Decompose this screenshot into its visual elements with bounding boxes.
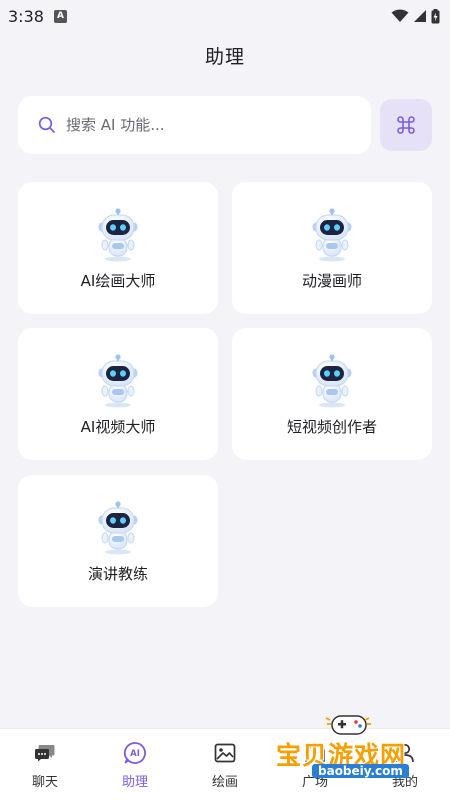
search-box[interactable] [18, 96, 371, 154]
bottom-nav: 聊天 AI 助理 绘画 广场 我的 [0, 728, 450, 800]
ai-assistant-icon: AI [123, 742, 146, 764]
robot-icon [307, 354, 357, 408]
command-button[interactable] [380, 99, 432, 151]
nav-item-plaza[interactable]: 广场 [270, 729, 360, 800]
nav-label: 助理 [121, 775, 148, 790]
svg-text:AI: AI [130, 749, 140, 759]
search-icon [38, 116, 55, 133]
nav-label: 绘画 [211, 775, 238, 790]
signal-icon [414, 10, 426, 22]
robot-icon [93, 501, 143, 555]
plaza-icon [305, 743, 325, 762]
nav-item-profile[interactable]: 我的 [360, 729, 450, 800]
assistant-card-short-video[interactable]: 短视频创作者 [232, 328, 432, 460]
card-label: AI绘画大师 [80, 272, 156, 290]
nav-label: 聊天 [31, 775, 58, 790]
page-title: 助理 [204, 46, 245, 68]
card-label: 演讲教练 [87, 565, 148, 583]
assistant-card-speech-coach[interactable]: 演讲教练 [18, 475, 218, 607]
status-time: 3:38 [8, 6, 44, 26]
robot-icon [307, 208, 357, 262]
chat-icon [35, 745, 55, 762]
assistant-card-anime-painter[interactable]: 动漫画师 [232, 182, 432, 314]
profile-icon [396, 743, 414, 763]
robot-icon [93, 208, 143, 262]
card-label: 短视频创作者 [286, 418, 377, 436]
card-label: AI视频大师 [80, 418, 156, 436]
card-label: 动漫画师 [301, 272, 362, 290]
nav-item-painting[interactable]: 绘画 [180, 729, 270, 800]
nav-label: 我的 [391, 775, 418, 790]
nav-item-assistant[interactable]: AI 助理 [90, 729, 180, 800]
search-input[interactable] [66, 116, 346, 134]
status-bar: 3:38 A [0, 0, 450, 32]
assistant-card-ai-painter[interactable]: AI绘画大师 [18, 182, 218, 314]
image-icon [214, 743, 236, 763]
command-icon [397, 116, 415, 134]
nav-label: 广场 [301, 775, 328, 790]
status-icons [391, 8, 440, 24]
robot-icon [93, 354, 143, 408]
assistant-card-ai-video[interactable]: AI视频大师 [18, 328, 218, 460]
nav-item-chat[interactable]: 聊天 [0, 729, 90, 800]
notification-icon: A [53, 9, 67, 23]
wifi-icon [391, 9, 409, 22]
battery-icon [431, 8, 440, 23]
